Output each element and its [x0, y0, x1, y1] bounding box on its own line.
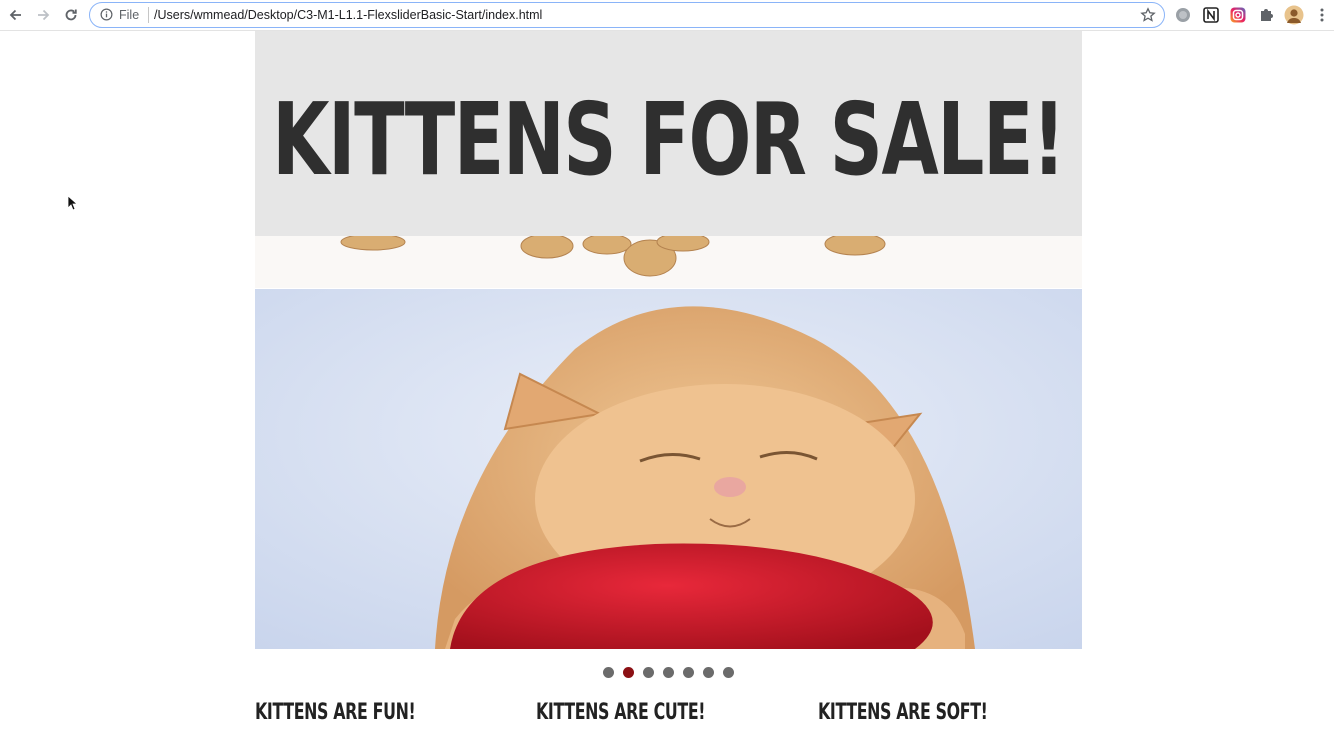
feature-title-fun: KITTENS ARE FUN! [255, 700, 416, 725]
url-text[interactable]: /Users/wmmead/Desktop/C3-M1-L1.1-Flexsli… [154, 8, 542, 22]
hero-banner: KITTENS FOR SALE! [255, 31, 1082, 288]
feature-title-soft: KITTENS ARE SOFT! [818, 700, 988, 725]
info-icon[interactable] [100, 8, 113, 21]
profile-avatar[interactable] [1284, 5, 1304, 25]
reload-icon [65, 9, 77, 21]
notion-icon[interactable] [1202, 6, 1220, 24]
sleeping-kitten-image [255, 289, 1082, 649]
slider-dot-7[interactable] [723, 667, 734, 678]
image-slider[interactable] [255, 289, 1082, 649]
back-button[interactable] [7, 6, 25, 24]
instagram-icon[interactable] [1229, 6, 1247, 24]
puzzle-extensions-icon[interactable] [1257, 6, 1275, 24]
reload-button[interactable] [62, 6, 80, 24]
arrow-right-icon [38, 9, 50, 21]
slider-dot-1[interactable] [603, 667, 614, 678]
browser-toolbar: File /Users/wmmead/Desktop/C3-M1-L1.1-Fl… [0, 0, 1334, 31]
slider-dot-6[interactable] [703, 667, 714, 678]
feature-title-cute: KITTENS ARE CUTE! [536, 700, 706, 725]
forward-button[interactable] [34, 6, 52, 24]
slider-dot-5[interactable] [683, 667, 694, 678]
kitten-paws-image [255, 236, 1082, 288]
omnibox-divider [148, 7, 149, 23]
page-title: KITTENS FOR SALE! [272, 80, 1066, 198]
bookmark-star-icon[interactable] [1140, 7, 1156, 23]
slider-dot-3[interactable] [643, 667, 654, 678]
circle-extension-icon[interactable] [1174, 6, 1192, 24]
slider-pagination [603, 667, 734, 679]
slider-dot-2[interactable] [623, 667, 634, 678]
kebab-menu-icon[interactable] [1313, 6, 1331, 24]
address-bar[interactable]: File /Users/wmmead/Desktop/C3-M1-L1.1-Fl… [89, 2, 1165, 28]
slider-dot-4[interactable] [663, 667, 674, 678]
mouse-cursor-icon [67, 195, 77, 211]
scheme-label: File [119, 8, 140, 22]
hero-panel: KITTENS FOR SALE! [255, 31, 1082, 236]
arrow-left-icon [9, 9, 21, 21]
